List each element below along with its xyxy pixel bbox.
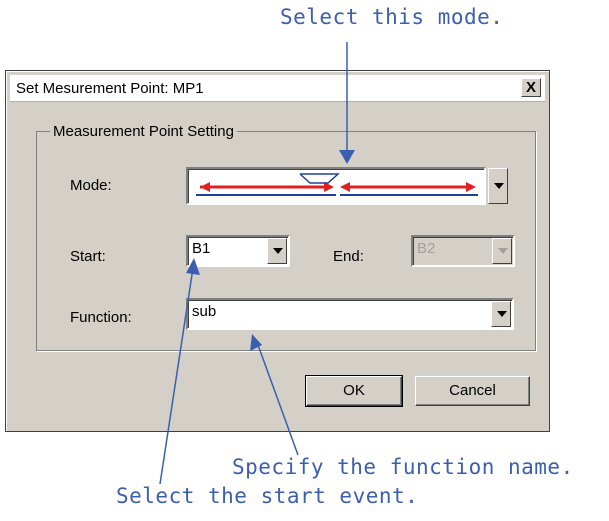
callout-select-mode: Select this mode. bbox=[280, 5, 504, 29]
start-dropdown-button[interactable] bbox=[267, 238, 287, 264]
mode-dropdown-button[interactable] bbox=[488, 168, 508, 204]
cancel-button[interactable]: Cancel bbox=[415, 376, 530, 406]
ok-button[interactable]: OK bbox=[305, 375, 403, 407]
start-label: Start: bbox=[70, 248, 106, 265]
end-dropdown-button bbox=[492, 238, 512, 264]
dialog-title: Set Mesurement Point: MP1 bbox=[16, 80, 204, 97]
function-dropdown-button[interactable] bbox=[491, 301, 511, 327]
callout-start-event: Select the start event. bbox=[116, 484, 419, 508]
function-value: sub bbox=[192, 303, 217, 320]
set-measurement-point-dialog: Set Mesurement Point: MP1 X Measurement … bbox=[5, 70, 550, 432]
callout-function-name: Specify the function name. bbox=[232, 455, 574, 479]
start-to-end-arrows-icon bbox=[196, 173, 478, 196]
function-combobox[interactable]: sub bbox=[186, 298, 514, 330]
group-label: Measurement Point Setting bbox=[50, 123, 237, 140]
mode-label: Mode: bbox=[70, 177, 112, 194]
function-label: Function: bbox=[70, 309, 132, 326]
end-select: B2 bbox=[411, 235, 515, 267]
end-value: B2 bbox=[417, 240, 436, 257]
mode-select[interactable] bbox=[186, 167, 486, 205]
start-select[interactable]: B1 bbox=[186, 235, 290, 267]
close-button[interactable]: X bbox=[521, 78, 541, 97]
end-label: End: bbox=[333, 248, 364, 265]
dialog-titlebar: Set Mesurement Point: MP1 X bbox=[10, 75, 545, 102]
start-value: B1 bbox=[192, 240, 211, 257]
